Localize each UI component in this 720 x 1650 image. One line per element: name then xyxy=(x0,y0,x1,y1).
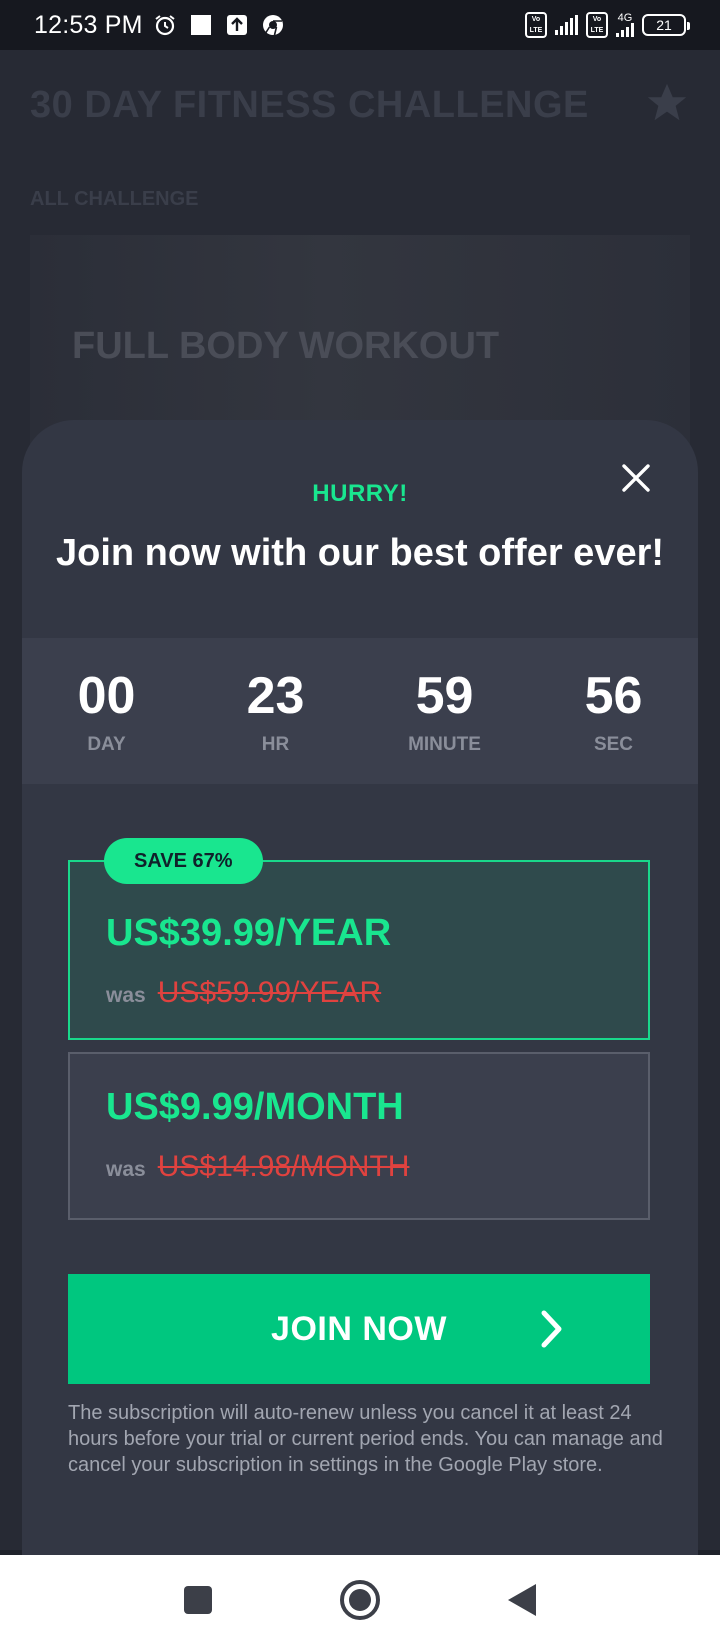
status-bar: 12:53 PM Vo LTE Vo LTE 4G 21 xyxy=(0,0,720,50)
triangle-back-icon xyxy=(506,1582,538,1623)
app-title: 30 DAY FITNESS CHALLENGE xyxy=(30,84,589,126)
signal-4g-icon: 4G xyxy=(616,13,634,37)
offer-sheet: HURRY! Join now with our best offer ever… xyxy=(22,420,698,1555)
countdown-value: 59 xyxy=(415,667,474,725)
status-time: 12:53 PM xyxy=(34,10,143,39)
countdown-value: 23 xyxy=(246,667,305,725)
countdown-timer: 00 DAY 23 HR 59 MINUTE 56 SEC xyxy=(22,638,698,784)
back-button[interactable] xyxy=(500,1581,544,1625)
plan-price: US$39.99/YEAR xyxy=(106,912,392,954)
old-price: US$14.98/MONTH xyxy=(157,1150,410,1183)
subscription-terms: The subscription will auto-renew unless … xyxy=(68,1402,663,1476)
alarm-icon xyxy=(153,13,177,37)
chevron-right-icon xyxy=(538,1308,566,1350)
countdown-value: 56 xyxy=(584,667,643,725)
join-now-label: JOIN NOW xyxy=(271,1309,447,1348)
old-price: US$59.99/YEAR xyxy=(157,976,382,1009)
volte-icon-2: Vo LTE xyxy=(586,12,608,38)
status-notification-icons xyxy=(153,13,285,37)
star-icon xyxy=(644,80,690,138)
home-button[interactable] xyxy=(338,1579,382,1626)
countdown-hour: 23 HR xyxy=(191,638,360,784)
countdown-label: MINUTE xyxy=(408,734,481,755)
chrome-icon xyxy=(261,13,285,37)
was-label: was xyxy=(106,984,146,1007)
square-notification-icon xyxy=(189,13,213,37)
join-now-button[interactable]: JOIN NOW xyxy=(68,1274,650,1384)
plan-monthly-option[interactable]: US$9.99/MONTH was US$14.98/MONTH xyxy=(68,1052,650,1220)
countdown-label: SEC xyxy=(593,734,634,755)
section-label: ALL CHALLENGE xyxy=(30,188,199,210)
hurry-label: HURRY! xyxy=(312,480,408,507)
plan-original-price: was US$59.99/YEAR xyxy=(106,976,381,1010)
save-badge: SAVE 67% xyxy=(104,838,263,884)
recents-button[interactable] xyxy=(176,1581,220,1625)
countdown-minute: 59 MINUTE xyxy=(360,638,529,784)
plan-original-price: was US$14.98/MONTH xyxy=(106,1150,409,1184)
network-type: 4G xyxy=(617,12,633,24)
volte-icon: Vo LTE xyxy=(525,12,547,38)
screen: 12:53 PM Vo LTE Vo LTE 4G 21 30 DAY FITN… xyxy=(0,0,720,1650)
countdown-value: 00 xyxy=(77,667,136,725)
offer-headline: Join now with our best offer ever! xyxy=(55,532,665,574)
square-icon xyxy=(183,1585,213,1620)
status-system-icons: Vo LTE Vo LTE 4G 21 xyxy=(525,12,690,38)
battery-level: 21 xyxy=(656,17,672,33)
battery-icon: 21 xyxy=(642,14,690,36)
countdown-day: 00 DAY xyxy=(22,638,191,784)
was-label: was xyxy=(106,1158,146,1181)
challenge-card-title: FULL BODY WORKOUT xyxy=(72,325,500,367)
signal-icon xyxy=(555,15,578,35)
countdown-label: HR xyxy=(261,734,290,755)
navigation-bar xyxy=(0,1555,720,1650)
circle-icon xyxy=(339,1579,381,1626)
plan-yearly-option[interactable]: SAVE 67% US$39.99/YEAR was US$59.99/YEAR xyxy=(68,838,650,1040)
upload-icon xyxy=(225,13,249,37)
plan-price: US$9.99/MONTH xyxy=(106,1086,404,1128)
countdown-label: DAY xyxy=(87,734,126,755)
countdown-second: 56 SEC xyxy=(529,638,698,784)
